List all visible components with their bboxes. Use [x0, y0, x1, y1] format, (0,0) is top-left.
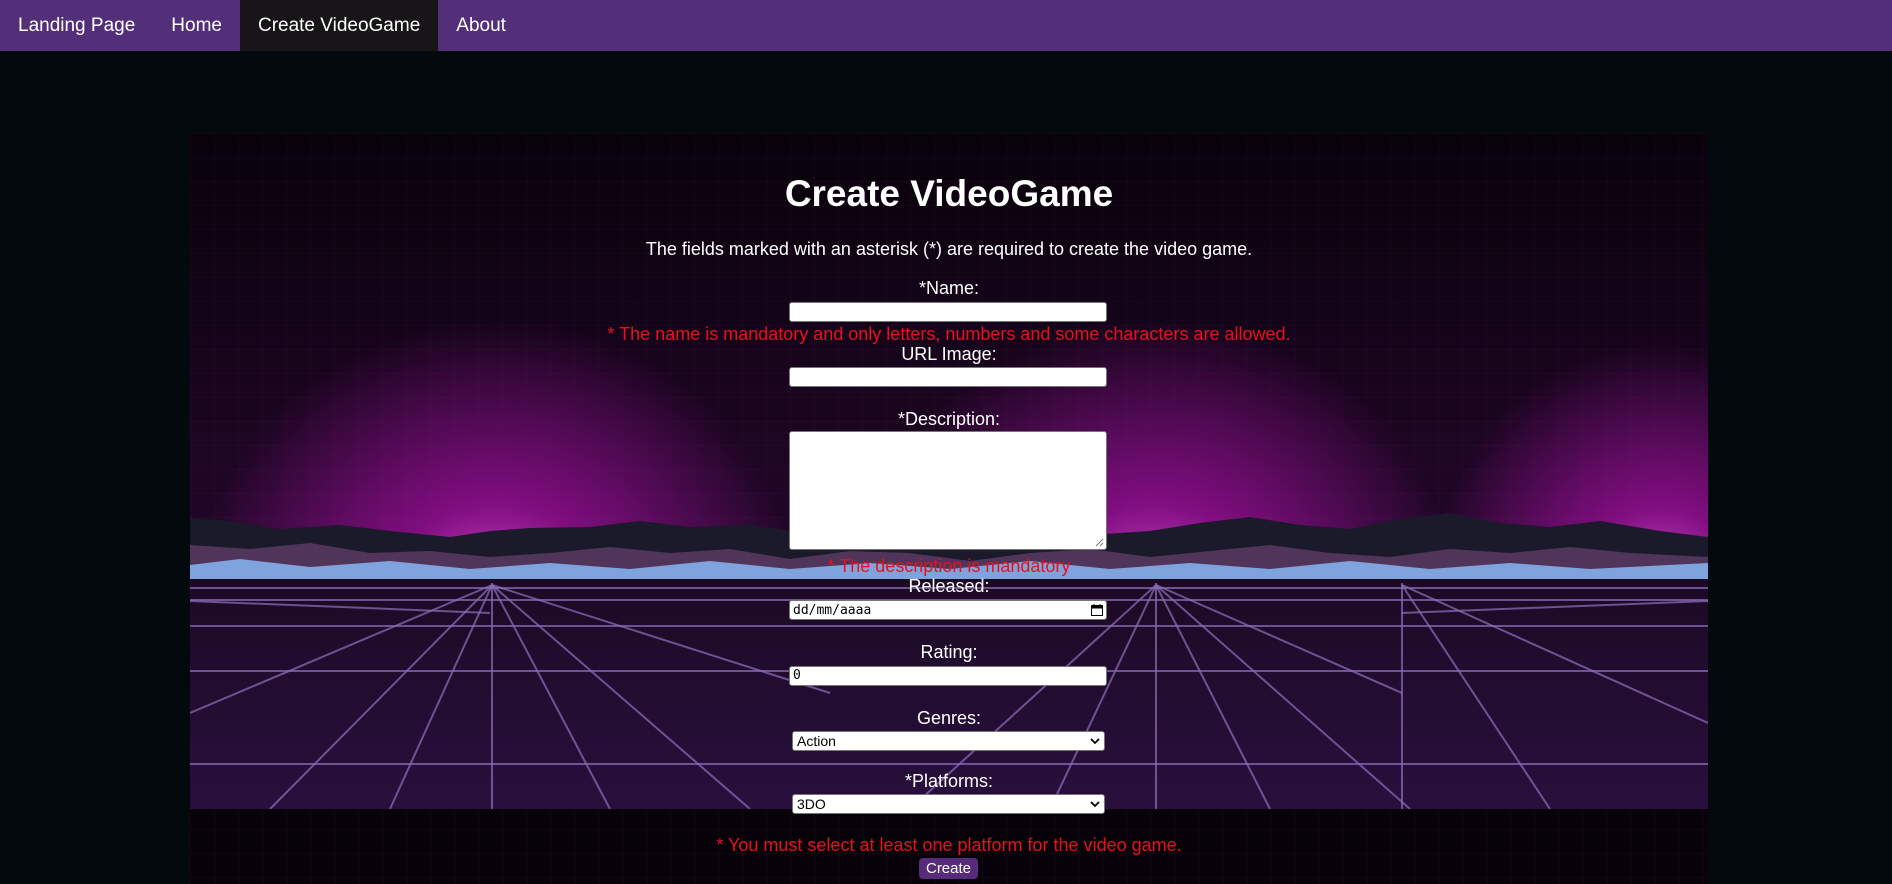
released-label: Released:	[908, 576, 990, 596]
nav-about[interactable]: About	[438, 0, 524, 51]
platforms-selected-value: 3DO	[797, 796, 826, 812]
create-button[interactable]: Create	[919, 858, 978, 879]
platforms-label: *Platforms:	[904, 771, 994, 791]
description-error: * The description is mandatory	[827, 556, 1071, 576]
nav-home[interactable]: Home	[153, 0, 240, 51]
image-url-input[interactable]	[789, 367, 1107, 387]
genres-select[interactable]: Action	[792, 731, 1105, 751]
chevron-down-icon	[1090, 738, 1100, 745]
page-title: Create VideoGame	[784, 173, 1114, 214]
released-placeholder: dd/mm/aaaa	[793, 602, 872, 618]
name-input[interactable]	[789, 302, 1107, 322]
platforms-error: * You must select at least one platform …	[716, 835, 1182, 855]
description-textarea[interactable]	[789, 431, 1107, 550]
image-label: URL Image:	[901, 344, 997, 364]
description-label: *Description:	[897, 409, 1001, 429]
genres-selected-value: Action	[797, 733, 836, 749]
create-videogame-form: Create VideoGame The fields marked with …	[190, 133, 1708, 884]
resize-grip-icon[interactable]	[1095, 538, 1104, 547]
form-background-scene: Create VideoGame The fields marked with …	[190, 133, 1708, 884]
rating-label: Rating:	[920, 642, 978, 662]
name-error: * The name is mandatory and only letters…	[607, 324, 1291, 344]
nav-landing-page[interactable]: Landing Page	[0, 0, 153, 51]
rating-input[interactable]: 0	[789, 666, 1107, 686]
genres-label: Genres:	[916, 708, 982, 728]
platforms-select[interactable]: 3DO	[792, 794, 1105, 814]
required-fields-note: The fields marked with an asterisk (*) a…	[645, 239, 1253, 259]
chevron-down-icon	[1090, 801, 1100, 808]
calendar-icon[interactable]	[1091, 604, 1103, 616]
top-navbar: Landing Page Home Create VideoGame About	[0, 0, 1892, 51]
nav-create-videogame[interactable]: Create VideoGame	[239, 0, 439, 51]
released-date-input[interactable]: dd/mm/aaaa	[789, 600, 1107, 620]
name-label: *Name:	[918, 278, 980, 298]
